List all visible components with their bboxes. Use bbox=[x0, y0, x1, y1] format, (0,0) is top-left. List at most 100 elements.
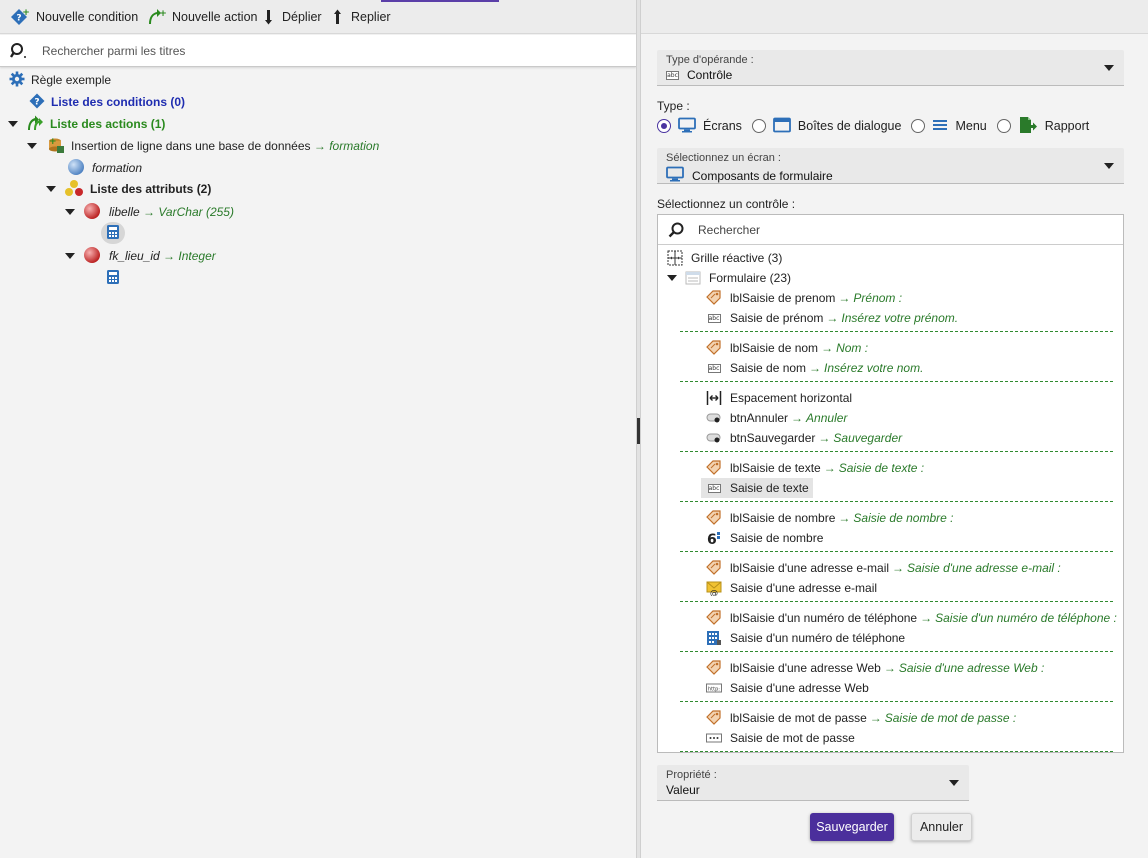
control-label: Sélectionnez un contrôle : bbox=[657, 197, 796, 211]
control-item-name: btnSauvegarder bbox=[730, 431, 816, 445]
control-item[interactable]: lblSaisie d'un numéro de téléphone → Saisi… bbox=[705, 608, 1117, 628]
attr-type: Integer bbox=[178, 249, 216, 263]
tree-attributes[interactable]: Liste des attributs (2) bbox=[46, 179, 211, 199]
tree-insert-action[interactable]: + Insertion de ligne dans une base de do… bbox=[27, 136, 379, 156]
control-item-value: Saisie de nombre : bbox=[853, 511, 954, 525]
radio-unselected[interactable] bbox=[751, 119, 766, 133]
radio-unselected[interactable] bbox=[911, 119, 926, 133]
control-item-name: Saisie d'un numéro de téléphone bbox=[730, 631, 906, 645]
arrow: → bbox=[791, 411, 804, 425]
chevron-down-icon[interactable] bbox=[8, 121, 18, 127]
chevron-down-icon bbox=[1104, 162, 1114, 169]
control-item[interactable]: lblSaisie de nom → Nom : bbox=[705, 338, 868, 358]
control-item[interactable]: btnSauvegarder → Sauvegarder bbox=[705, 428, 902, 448]
collapse-button[interactable]: Replier bbox=[333, 6, 391, 28]
control-item[interactable]: Saisie d'un numéro de téléphone bbox=[705, 628, 905, 648]
type-option-screens[interactable]: Écrans bbox=[657, 117, 742, 136]
svg-text:?: ? bbox=[16, 14, 21, 24]
control-item-selected[interactable]: abc Saisie de texte bbox=[701, 478, 813, 498]
save-button[interactable]: Sauvegarder bbox=[810, 813, 894, 841]
tree-actions[interactable]: Liste des actions (1) bbox=[8, 114, 165, 134]
chevron-down-icon[interactable] bbox=[667, 275, 677, 281]
splitter-grip[interactable] bbox=[637, 418, 640, 444]
control-item[interactable]: abc Saisie de prénom → Insérez votre prénom… bbox=[705, 308, 958, 328]
insert-target: formation bbox=[329, 139, 380, 153]
tree-search-bar bbox=[0, 35, 636, 67]
control-item[interactable]: http: Saisie d'une adresse Web bbox=[705, 678, 869, 698]
monitor-icon bbox=[678, 117, 696, 136]
control-item-name: Saisie d'une adresse e-mail bbox=[730, 581, 878, 595]
arrow: → bbox=[313, 139, 326, 153]
label-tag-icon bbox=[705, 460, 723, 476]
control-item-label: lblSaisie de nombre → Saisie de nombre : bbox=[730, 511, 953, 525]
tree-conditions[interactable]: ? Liste des conditions (0) bbox=[29, 92, 185, 112]
operand-type-select[interactable]: Type d'opérande : abc Contrôle bbox=[657, 50, 1124, 86]
responsive-grid-icon bbox=[666, 250, 684, 266]
control-item-value: Saisie d'une adresse e-mail : bbox=[907, 561, 1061, 575]
control-item[interactable]: Saisie de mot de passe bbox=[705, 728, 855, 748]
control-item[interactable]: Espacement horizontal bbox=[705, 388, 852, 408]
control-item[interactable]: 6 Saisie de nombre bbox=[705, 528, 823, 548]
gear-icon bbox=[9, 71, 25, 90]
text-input-icon: abc bbox=[707, 363, 721, 373]
control-item-name: lblSaisie de nom bbox=[730, 341, 819, 355]
control-item[interactable]: lblSaisie de texte → Saisie de texte : bbox=[705, 458, 924, 478]
new-condition-button[interactable]: ? + Nouvelle condition bbox=[10, 6, 138, 28]
property-value-wrap: Valeur bbox=[666, 783, 700, 797]
control-search-bar bbox=[658, 215, 1123, 245]
control-item[interactable]: abc Saisie de nom → Insérez votre nom. bbox=[705, 358, 923, 378]
expand-button[interactable]: Déplier bbox=[264, 6, 322, 28]
tree-table[interactable]: formation bbox=[67, 158, 142, 178]
tree-attr-fk-lieu[interactable]: fk_lieu_id → Integer bbox=[65, 246, 216, 266]
control-grid[interactable]: Grille réactive (3) bbox=[666, 248, 782, 268]
group-separator bbox=[680, 501, 1113, 502]
type-option-dialogs[interactable]: Boîtes de dialogue bbox=[751, 117, 901, 136]
tree-root[interactable]: Règle exemple bbox=[9, 70, 111, 90]
control-item[interactable]: lblSaisie de mot de passe → Saisie de mot … bbox=[705, 708, 1016, 728]
control-search-input[interactable] bbox=[696, 222, 1106, 238]
control-item[interactable]: lblSaisie de nombre → Saisie de nombre : bbox=[705, 508, 953, 528]
tree-value-libelle[interactable] bbox=[106, 223, 120, 243]
type-option-menu[interactable]: Menu bbox=[911, 117, 987, 136]
chevron-down-icon[interactable] bbox=[27, 143, 37, 149]
svg-text:+: + bbox=[22, 8, 30, 18]
tree-search-input[interactable] bbox=[40, 42, 620, 60]
control-item-name: btnAnnuler bbox=[730, 411, 789, 425]
attr-name: fk_lieu_id bbox=[109, 249, 160, 263]
new-action-button[interactable]: + Nouvelle action bbox=[146, 6, 257, 28]
label-tag-icon bbox=[705, 290, 723, 306]
chevron-down-icon[interactable] bbox=[46, 186, 56, 192]
control-grid-label: Grille réactive (3) bbox=[691, 251, 783, 265]
type-option-label: Menu bbox=[955, 119, 987, 133]
text-input-icon: abc bbox=[707, 483, 721, 493]
new-condition-label: Nouvelle condition bbox=[36, 10, 139, 24]
control-item[interactable]: lblSaisie d'une adresse e-mail → Saisie d'… bbox=[705, 558, 1061, 578]
radio-unselected[interactable] bbox=[996, 119, 1011, 133]
control-item-label: Saisie de nombre bbox=[730, 531, 823, 545]
chevron-down-icon[interactable] bbox=[65, 253, 75, 259]
tree-attr-libelle[interactable]: libelle → VarChar (255) bbox=[65, 202, 234, 222]
property-select[interactable]: Propriété : Valeur bbox=[657, 765, 969, 801]
text-input-icon: abc bbox=[707, 313, 721, 323]
screen-select[interactable]: Sélectionnez un écran : Composants de fo… bbox=[657, 148, 1124, 184]
control-item-name: lblSaisie d'une adresse e-mail bbox=[730, 561, 890, 575]
type-option-report[interactable]: Rapport bbox=[996, 116, 1089, 137]
chevron-down-icon[interactable] bbox=[65, 209, 75, 215]
attr-libelle-label: libelle → VarChar (255) bbox=[109, 205, 234, 219]
tree-value-fk-lieu[interactable] bbox=[106, 268, 120, 288]
control-item[interactable]: lblSaisie d'une adresse Web → Saisie d'une… bbox=[705, 658, 1044, 678]
control-item[interactable]: btnAnnuler → Annuler bbox=[705, 408, 847, 428]
radio-selected[interactable] bbox=[657, 119, 671, 133]
svg-text:?: ? bbox=[34, 97, 39, 107]
search-icon bbox=[668, 222, 684, 241]
control-item[interactable]: @ Saisie d'une adresse e-mail bbox=[705, 578, 877, 598]
control-form[interactable]: Formulaire (23) bbox=[667, 268, 791, 288]
type-option-label: Écrans bbox=[703, 119, 742, 133]
control-item-name: lblSaisie d'une adresse Web bbox=[730, 661, 881, 675]
calculator-icon bbox=[106, 224, 120, 243]
control-item[interactable]: lblSaisie de prenom → Prénom : bbox=[705, 288, 902, 308]
arrow: → bbox=[143, 205, 156, 219]
cancel-button[interactable]: Annuler bbox=[911, 813, 972, 841]
property-label: Propriété : bbox=[666, 769, 717, 781]
control-item-label: btnAnnuler → Annuler bbox=[730, 411, 847, 425]
